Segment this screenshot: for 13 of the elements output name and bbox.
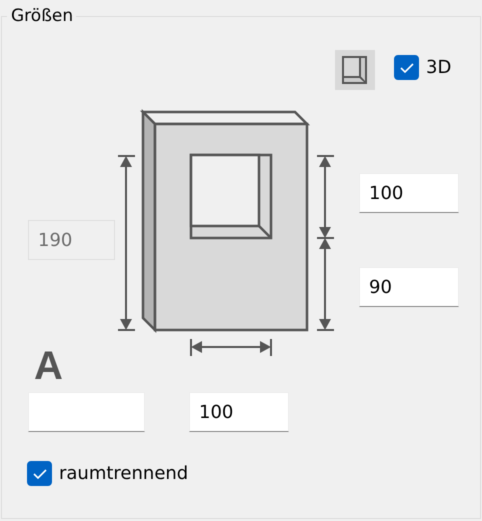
window-width-field[interactable]: 100 — [189, 392, 289, 432]
check-icon — [32, 468, 46, 478]
checkbox-label: raumtrennend — [59, 463, 188, 484]
marker-letter: A — [34, 343, 63, 389]
checkbox-label: 3D — [426, 57, 452, 78]
checkbox[interactable] — [394, 55, 419, 80]
checkbox[interactable] — [27, 461, 52, 486]
wall-view-icon — [342, 56, 368, 84]
view-toggle-button[interactable] — [335, 50, 375, 90]
sill-height-field[interactable]: 90 — [359, 267, 459, 307]
window-height-field[interactable]: 100 — [359, 173, 459, 213]
check-icon — [400, 62, 414, 72]
input-field[interactable] — [28, 392, 145, 432]
